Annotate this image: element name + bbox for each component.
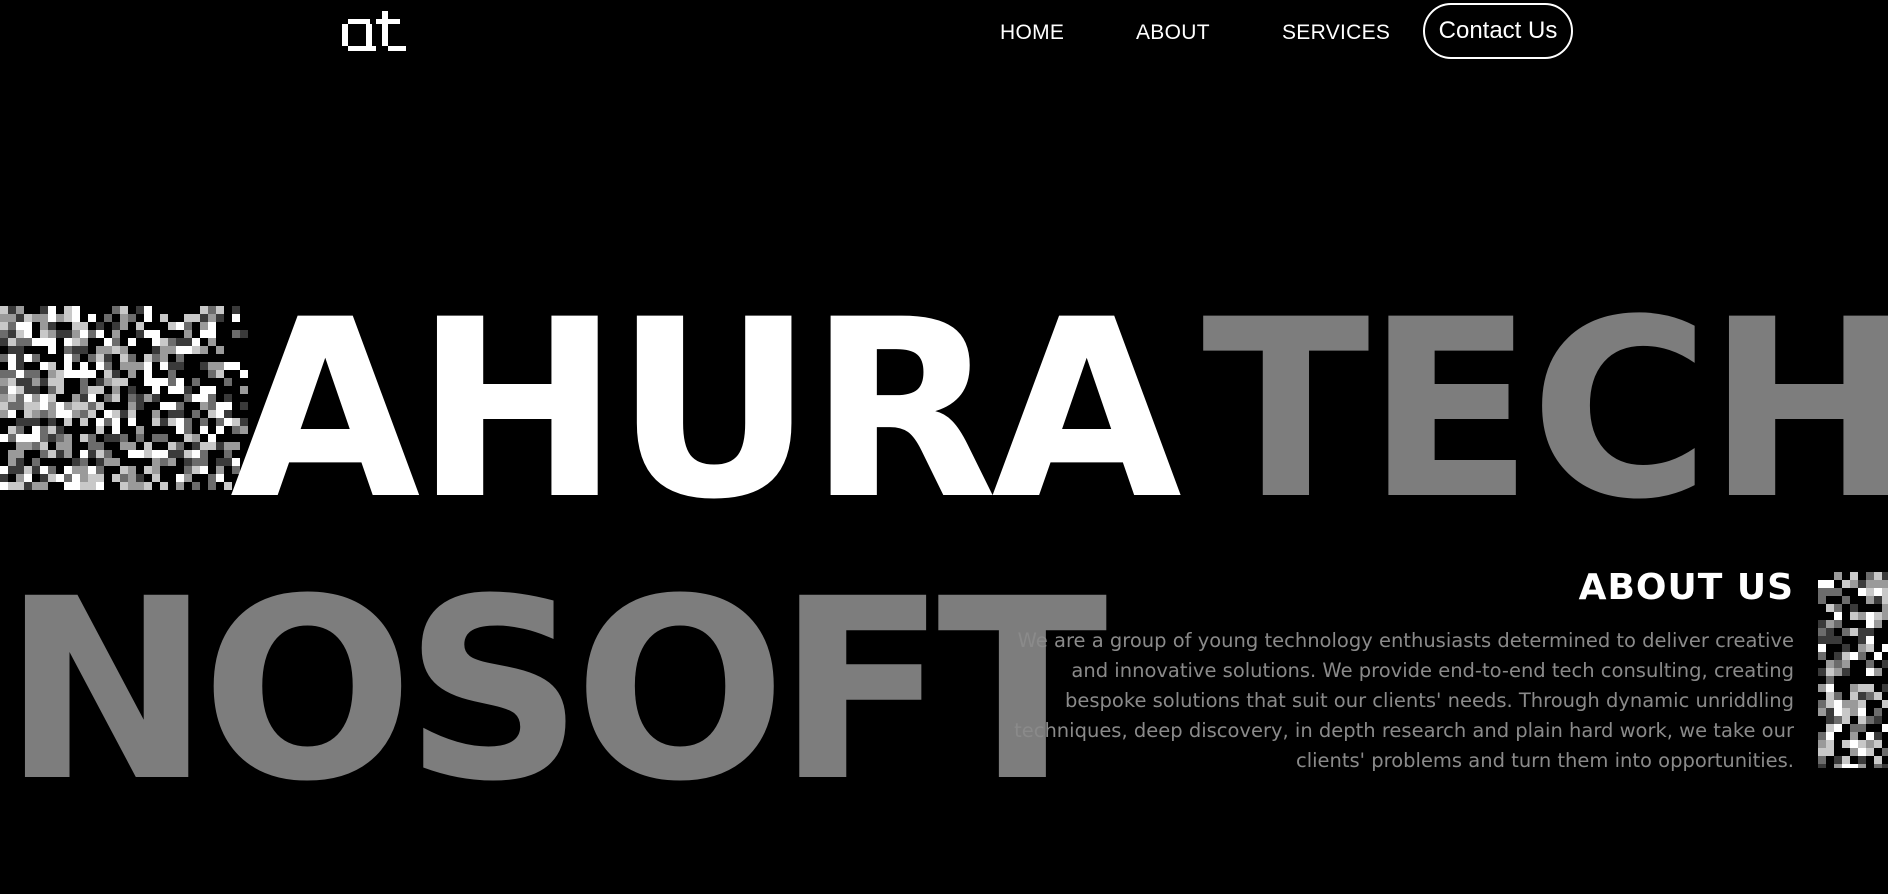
pixel-mosaic-left-decoration — [0, 306, 248, 490]
pixel-mosaic-right-decoration — [1818, 572, 1888, 768]
page: at HOME ABOUT SERVICES Contact Us AHURA … — [0, 0, 1888, 894]
nav-about-link[interactable]: ABOUT — [1136, 21, 1210, 45]
nav-services-link[interactable]: SERVICES — [1282, 21, 1390, 45]
hero-word-nosoft: NOSOFT — [2, 545, 1108, 836]
logo-text: at — [342, 9, 344, 10]
logo-icon[interactable]: at — [342, 9, 408, 55]
about-description: We are a group of young technology enthu… — [1014, 629, 1794, 772]
hero-word-ahura: AHURA — [230, 268, 1182, 554]
about-heading: ABOUT US — [1578, 567, 1794, 608]
contact-us-button[interactable]: Contact Us — [1423, 3, 1573, 59]
hero-word-tech: TECH — [1202, 288, 1888, 534]
nav-home-link[interactable]: HOME — [1000, 21, 1064, 45]
